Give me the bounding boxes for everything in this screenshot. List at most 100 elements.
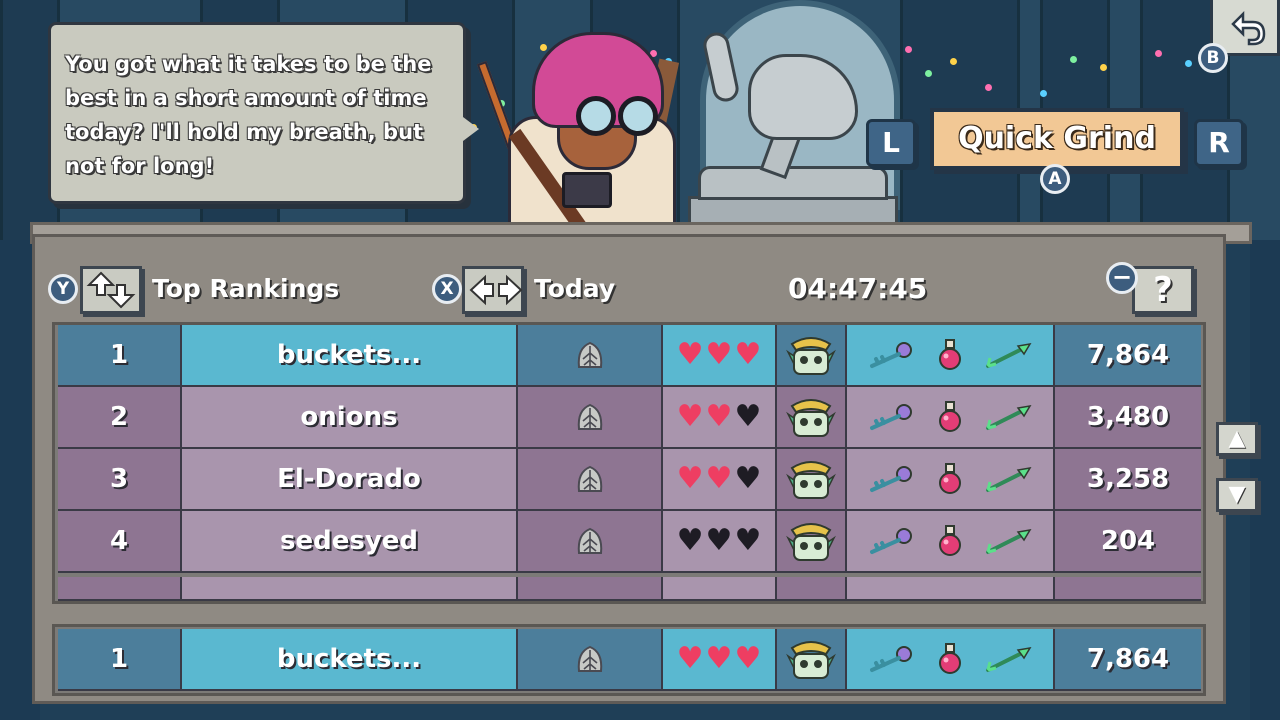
back-button-hint[interactable]: B — [1198, 43, 1228, 73]
hearts-cell: ♥ ♥ ♥ — [663, 629, 777, 691]
table-row[interactable]: 4 sedesyed ♥ ♥ ♥ 204 — [58, 511, 1201, 573]
score-cell: 204 — [1055, 511, 1201, 573]
dialog-line: You got what it takes to be the — [65, 52, 432, 76]
table-row[interactable]: 1 buckets... ♥ ♥ ♥ 7,864 — [58, 325, 1201, 387]
table-row-empty — [58, 577, 1201, 601]
key-icon — [869, 646, 912, 672]
heart-icon: ♥ — [734, 399, 762, 434]
key-icon — [869, 466, 912, 492]
heart-icon: ♥ — [705, 337, 733, 372]
items-cell — [847, 387, 1055, 449]
leaf-helmet-icon — [577, 527, 602, 554]
potion-icon — [938, 339, 961, 370]
leaderboard-table: 1 buckets... ♥ ♥ ♥ 7,864 2 onions ♥ ♥ ♥ … — [52, 322, 1206, 604]
player-row[interactable]: 1 buckets... ♥ ♥ ♥ 7,864 — [58, 629, 1201, 691]
dialog-line: not for long! — [65, 154, 215, 178]
rank-cell: 1 — [58, 325, 182, 387]
heart-icon: ♥ — [705, 641, 733, 676]
help-button[interactable]: ? — [1132, 266, 1194, 314]
string-light — [1070, 56, 1077, 63]
key-icon — [869, 342, 912, 368]
heart-icon: ♥ — [734, 461, 762, 496]
leaf-helmet-icon — [577, 341, 602, 368]
skull-trophy-icon — [786, 523, 836, 561]
heart-icon: ♥ — [705, 461, 733, 496]
book — [562, 172, 612, 208]
heart-icon: ♥ — [676, 461, 704, 496]
class-cell — [518, 511, 663, 573]
string-light — [1100, 64, 1107, 71]
speech-bubble: You got what it takes to be the best in … — [48, 22, 479, 204]
rank-cell: 1 — [58, 629, 182, 691]
class-cell — [518, 325, 663, 387]
next-mode-button[interactable]: R — [1194, 119, 1244, 167]
potion-icon — [938, 463, 961, 494]
string-light — [1155, 50, 1162, 57]
heart-icon: ♥ — [676, 523, 704, 558]
ranking-label: Top Rankings — [152, 274, 340, 303]
heart-icon: ♥ — [734, 641, 762, 676]
period-button-hint[interactable]: X — [432, 274, 462, 304]
skull-trophy-icon — [786, 337, 836, 375]
hearts-cell: ♥ ♥ ♥ — [663, 325, 777, 387]
class-cell — [518, 387, 663, 449]
potion-icon — [938, 643, 961, 674]
heart-icon: ♥ — [734, 523, 762, 558]
scroll-up-button[interactable]: ▲ — [1216, 422, 1258, 456]
arrow-icon — [986, 528, 1032, 554]
mode-title[interactable]: Quick Grind — [930, 108, 1184, 170]
rank-cell: 4 — [58, 511, 182, 573]
left-right-arrows-icon — [469, 274, 523, 306]
items-cell — [847, 629, 1055, 691]
heart-icon: ♥ — [676, 641, 704, 676]
class-cell — [518, 449, 663, 511]
leaf-helmet-icon — [577, 403, 602, 430]
player-name-cell: El-Dorado — [182, 449, 518, 511]
string-light — [925, 70, 932, 77]
heart-icon: ♥ — [705, 399, 733, 434]
ranking-toggle[interactable] — [80, 266, 142, 314]
dialog-line: best in a short amount of time — [65, 86, 427, 110]
rank-cell: 2 — [58, 387, 182, 449]
items-cell — [847, 449, 1055, 511]
prev-mode-button[interactable]: L — [866, 119, 916, 167]
class-cell — [518, 629, 663, 691]
help-button-hint[interactable]: − — [1106, 262, 1138, 294]
period-label: Today — [534, 274, 616, 303]
hearts-cell: ♥ ♥ ♥ — [663, 387, 777, 449]
skull-trophy-icon — [786, 641, 836, 679]
potion-icon — [938, 401, 961, 432]
arrow-icon — [986, 404, 1032, 430]
table-row[interactable]: 3 El-Dorado ♥ ♥ ♥ 3,258 — [58, 449, 1201, 511]
heart-icon: ♥ — [676, 337, 704, 372]
leaf-helmet-icon — [577, 465, 602, 492]
period-toggle[interactable] — [462, 266, 524, 314]
up-down-arrows-icon — [86, 271, 136, 309]
score-cell: 3,480 — [1055, 387, 1201, 449]
skull-trophy-icon — [786, 399, 836, 437]
scroll-down-button[interactable]: ▼ — [1216, 478, 1258, 512]
hearts-cell: ♥ ♥ ♥ — [663, 449, 777, 511]
string-light — [985, 84, 992, 91]
hearts-cell: ♥ ♥ ♥ — [663, 511, 777, 573]
heart-icon: ♥ — [676, 399, 704, 434]
trophy-cell — [777, 449, 847, 511]
items-cell — [847, 511, 1055, 573]
librarian-character — [476, 30, 680, 240]
score-cell: 7,864 — [1055, 629, 1201, 691]
trophy-cell — [777, 629, 847, 691]
back-arrow-icon — [1231, 10, 1266, 46]
string-light — [905, 46, 912, 53]
dialog-line: today? I'll hold my breath, but — [65, 120, 424, 144]
player-rank-panel: 1 buckets... ♥ ♥ ♥ 7,864 — [52, 624, 1206, 696]
ranking-button-hint[interactable]: Y — [48, 274, 78, 304]
key-icon — [869, 528, 912, 554]
trophy-cell — [777, 387, 847, 449]
trophy-cell — [777, 511, 847, 573]
reset-timer: 04:47:45 — [788, 272, 928, 305]
string-light — [1185, 60, 1192, 67]
arrow-icon — [986, 466, 1032, 492]
confirm-button-hint[interactable]: A — [1040, 164, 1070, 194]
table-row[interactable]: 2 onions ♥ ♥ ♥ 3,480 — [58, 387, 1201, 449]
player-name-cell: onions — [182, 387, 518, 449]
